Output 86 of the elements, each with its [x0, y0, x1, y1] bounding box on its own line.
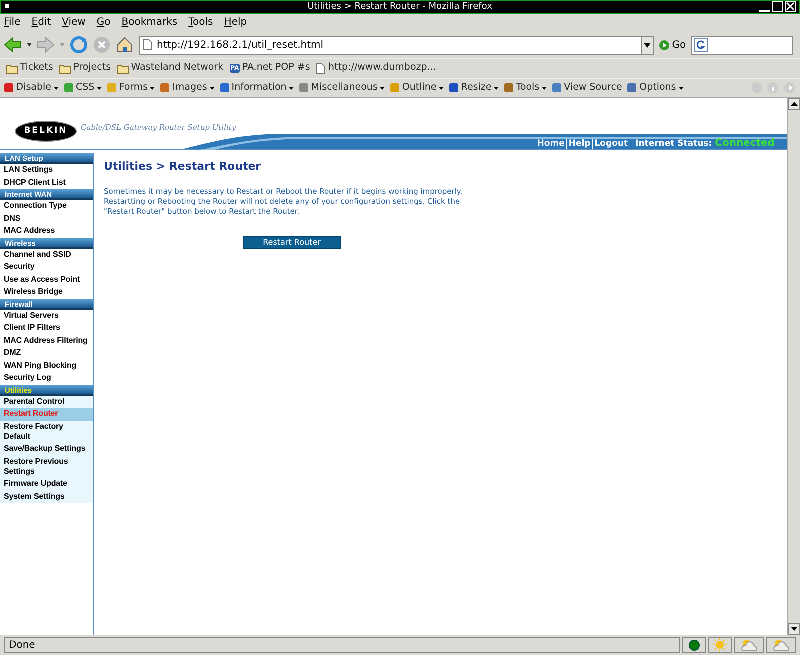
close-icon[interactable] [785, 1, 796, 12]
status-text: Done [4, 637, 680, 653]
sidebar-link[interactable]: Restore Factory Default [0, 420, 93, 443]
toolbar-menu[interactable]: Resize [449, 80, 499, 96]
sidebar-link[interactable]: Wireless Bridge [0, 286, 93, 298]
toolbar-icon [504, 83, 514, 93]
search-engine-icon[interactable] [694, 38, 708, 52]
back-arrow-icon[interactable] [4, 37, 22, 53]
internet-status-label: Internet Status: [636, 139, 712, 149]
bookmark-link[interactable]: Wasteland Network [117, 61, 224, 76]
toolbar-icon [390, 83, 400, 93]
toolbar-icon [552, 83, 562, 93]
scrollbar[interactable] [787, 98, 800, 635]
toolbar-icon [627, 83, 638, 93]
toolbar-menu[interactable]: View Source [552, 80, 622, 96]
menu-item[interactable]: File [4, 14, 21, 32]
header-link[interactable]: Home [537, 139, 567, 149]
scroll-up-icon[interactable] [788, 98, 800, 110]
header-link[interactable]: Logout [594, 139, 628, 149]
search-field[interactable] [691, 36, 794, 54]
sidebar-link[interactable]: Security Log [0, 372, 93, 384]
toolbar-icon [4, 83, 14, 93]
toolbar-menu[interactable]: Information [220, 80, 294, 96]
sidebar-link[interactable]: Firmware Update [0, 478, 93, 490]
maximize-icon[interactable] [772, 1, 783, 12]
page-icon [316, 62, 326, 74]
sidebar-link[interactable]: Connection Type [0, 200, 93, 212]
go-button[interactable]: Go [659, 38, 686, 52]
scroll-down-icon[interactable] [788, 623, 800, 635]
internet-status-value: Connected [715, 138, 775, 149]
dropdown-arrow-icon[interactable] [27, 43, 32, 47]
reload-icon[interactable] [70, 36, 88, 54]
status-indicator[interactable] [682, 637, 706, 653]
toolbar-menu[interactable]: Disable [4, 80, 59, 96]
sidebar-link[interactable]: Save/Backup Settings [0, 443, 93, 456]
toolbar-menu[interactable]: Tools [504, 80, 547, 96]
toolbar-menu[interactable]: Outline [390, 80, 444, 96]
sidebar-link[interactable]: DHCP Client List [0, 176, 93, 189]
sidebar-link[interactable]: Parental Control [0, 396, 93, 408]
sidebar-link[interactable]: DNS [0, 212, 93, 225]
toolbar-icon [449, 83, 460, 93]
menu-item[interactable]: Go [96, 14, 111, 32]
bookmark-link[interactable]: Projects [59, 61, 112, 76]
go-icon [659, 40, 670, 50]
sidebar-link[interactable]: DMZ [0, 347, 93, 360]
bookmark-link[interactable]: http://www.dumbozp... [316, 61, 436, 76]
folder-icon [59, 64, 72, 74]
toolbar-icon [160, 83, 170, 93]
bookmark-link[interactable]: Tickets [6, 61, 54, 76]
toolbar-menu[interactable]: Miscellaneous [299, 80, 386, 96]
toolbar-menu[interactable]: Forms [106, 80, 156, 96]
sidebar-link[interactable]: Use as Access Point [0, 274, 93, 286]
sidebar-link[interactable]: Virtual Servers [0, 310, 93, 322]
header-link[interactable]: Help [568, 139, 593, 149]
sidebar-link[interactable]: MAC Address Filtering [0, 334, 93, 347]
forward-arrow-icon[interactable] [37, 37, 55, 53]
sidebar-link[interactable]: Restore Previous Settings [0, 456, 93, 478]
toolbar-icon [220, 83, 230, 93]
address-bar[interactable]: http://192.168.2.1/util_reset.html [139, 36, 654, 54]
menu-item[interactable]: Bookmarks [122, 14, 178, 32]
window-title: Utilities > Restart Router - Mozilla Firefox [308, 1, 492, 13]
toolbar-menu[interactable]: CSS [64, 80, 102, 96]
stop-icon[interactable] [93, 36, 111, 54]
menu-item[interactable]: View [62, 14, 86, 32]
toolbar-menu[interactable]: Images [160, 80, 215, 96]
sidebar-link[interactable]: System Settings [0, 490, 93, 503]
toolbar-icon [299, 83, 310, 93]
folder-icon [117, 64, 130, 74]
sidebar-link[interactable]: Client IP Filters [0, 322, 93, 334]
menu-item[interactable]: Edit [32, 14, 52, 32]
menu-item[interactable]: Help [224, 14, 248, 32]
belkin-logo[interactable]: BELKIN [15, 121, 77, 142]
sidebar-link[interactable]: LAN Settings [0, 164, 93, 176]
folder-icon [6, 64, 18, 74]
sidebar-link[interactable]: MAC Address [0, 225, 93, 238]
sidebar-link[interactable]: Channel and SSID [0, 248, 93, 261]
toolbar-icon [106, 83, 117, 93]
toolbar-menu[interactable]: Options [627, 80, 684, 96]
menu-item[interactable]: Tools [188, 14, 214, 32]
home-icon[interactable] [116, 36, 134, 54]
sidebar-link[interactable]: WAN Ping Blocking [0, 360, 93, 372]
sidebar-link[interactable]: Security [0, 261, 93, 274]
cloudy-sun-icon[interactable] [734, 637, 764, 653]
page-heading: Utilities > Restart Router [104, 160, 262, 174]
toolbar-icon [64, 83, 74, 93]
restart-router-button[interactable]: Restart Router [243, 236, 341, 250]
